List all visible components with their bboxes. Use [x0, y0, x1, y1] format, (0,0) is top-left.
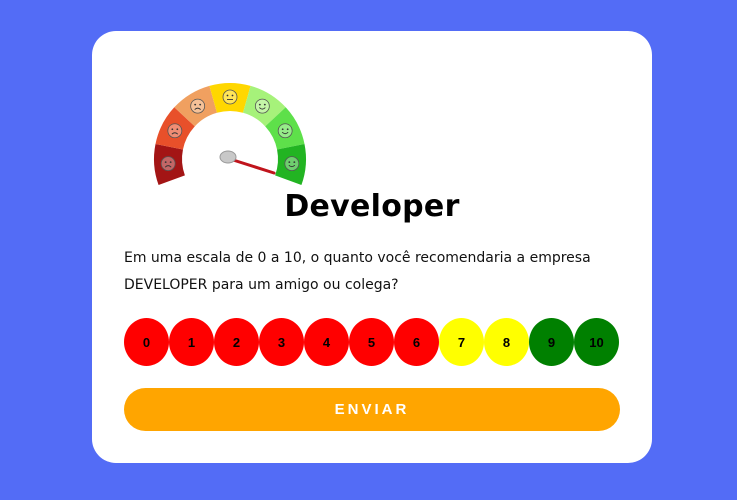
satisfaction-gauge-icon	[154, 83, 306, 185]
survey-question: Em uma escala de 0 a 10, o quanto você r…	[124, 250, 591, 293]
score-option-7[interactable]: 7	[439, 318, 484, 366]
score-option-4[interactable]: 4	[304, 318, 349, 366]
face-icon	[167, 123, 183, 139]
page-title: Developer	[284, 189, 460, 224]
score-option-3[interactable]: 3	[259, 318, 304, 366]
nps-score-scale: 0 1 2 3 4 5 6 7 8 9 10	[124, 318, 620, 366]
submit-button[interactable]: ENVIAR	[124, 388, 620, 431]
face-icon	[284, 156, 300, 172]
survey-card: Developer Em uma escala de 0 a 10, o qua…	[92, 31, 652, 463]
score-option-10[interactable]: 10	[574, 318, 619, 366]
score-option-0[interactable]: 0	[124, 318, 169, 366]
score-option-1[interactable]: 1	[169, 318, 214, 366]
score-option-5[interactable]: 5	[349, 318, 394, 366]
score-option-2[interactable]: 2	[214, 318, 259, 366]
face-icon	[160, 156, 176, 172]
score-option-9[interactable]: 9	[529, 318, 574, 366]
face-icon	[222, 89, 238, 105]
face-icon	[277, 123, 293, 139]
face-icon	[254, 98, 270, 114]
score-option-8[interactable]: 8	[484, 318, 529, 366]
face-icon	[190, 98, 206, 114]
score-option-6[interactable]: 6	[394, 318, 439, 366]
